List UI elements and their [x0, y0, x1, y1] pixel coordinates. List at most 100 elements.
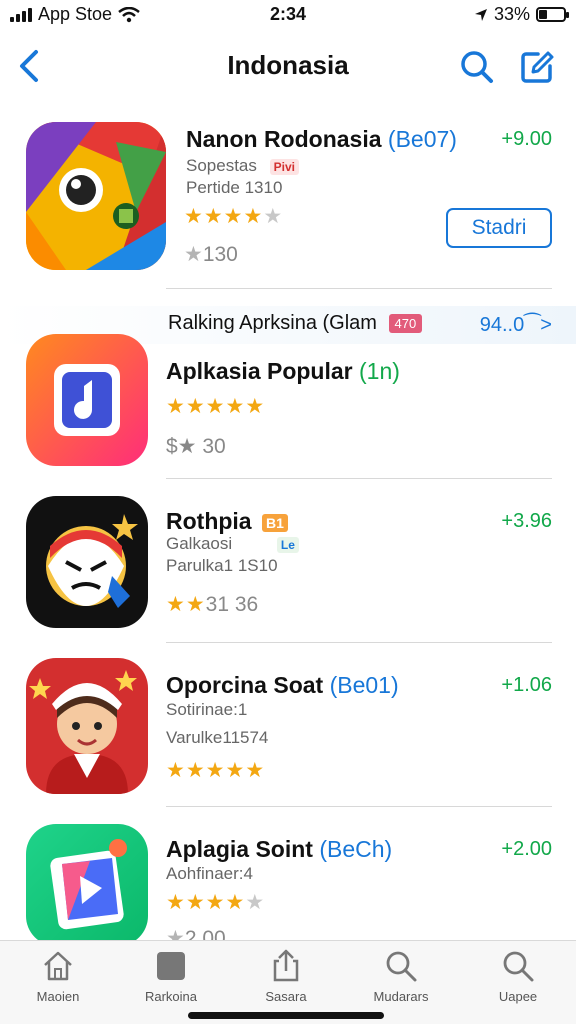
star-icon: ★ [166, 891, 186, 914]
featured-app-name[interactable]: Nanon Rodonasia (Be07) [186, 126, 457, 153]
home-icon [44, 951, 72, 981]
tab-share[interactable]: Sasara [236, 949, 336, 1004]
app-tag: B1 [262, 513, 288, 532]
divider [166, 642, 552, 643]
featured-app-price: +9.00 [501, 128, 552, 150]
app-subtitle-text: Galkaosi [166, 534, 233, 553]
app-meta: Varulke11574 [166, 728, 269, 747]
star-icon: ★ [245, 395, 266, 418]
star-icon: ★ [225, 891, 246, 914]
status-right: 33% [474, 4, 569, 25]
tab-label: Uapee [498, 989, 538, 1004]
status-bar: App Stoe 2:34 33% [0, 0, 576, 30]
battery-fill [539, 10, 547, 19]
featured-rating-count-text: 130 [202, 243, 238, 266]
app-rating-stars: ★★★★★ [166, 890, 265, 915]
tab-label: Sasara [265, 989, 307, 1004]
list-item[interactable]: Oporcina Soat (Be01) +1.06 Sotirinae:1 V… [0, 654, 576, 814]
featured-subtitle-text: Sopestas [186, 156, 257, 175]
tab-search[interactable]: Mudarars [351, 949, 451, 1004]
star-icon: ★ [166, 759, 186, 782]
star-icon: ★ [184, 205, 204, 228]
app-name[interactable]: Aplagia Soint (BeCh) [166, 836, 392, 863]
app-name[interactable]: Rothpia B1 [166, 508, 288, 535]
app-badge: Le [276, 536, 299, 553]
list-item[interactable]: Aplkasia Popular (1n) ★★★★★ $★ 30 [0, 330, 576, 490]
star-icon: ★ [263, 205, 284, 228]
tab-ranking[interactable]: Rarkoina [121, 949, 221, 1004]
star-icon: ★ [225, 759, 246, 782]
featured-app-card[interactable]: Nanon Rodonasia (Be07) +9.00 Sopestas Pi… [0, 110, 576, 280]
star-icon: ★ [184, 243, 203, 266]
search-icon [386, 951, 417, 982]
star-icon: ★ [185, 891, 206, 914]
featured-app-meta: Pertide 1310 [186, 178, 283, 197]
divider [166, 478, 552, 479]
app-rating-count: $★ 30 [166, 435, 226, 458]
app-rating-stars: ★★★★★ [166, 758, 265, 783]
tab-home[interactable]: Maoien [8, 949, 108, 1004]
parrot-icon[interactable] [26, 122, 166, 270]
app-meta: Parulka1 1S10 [166, 556, 278, 575]
share-icon [273, 949, 299, 982]
app-title: Oporcina Soat [166, 672, 324, 698]
star-icon: ★ [205, 759, 226, 782]
app-title: Aplkasia Popular [166, 358, 353, 384]
featured-badge: Pivi [269, 158, 299, 175]
app-price: +3.96 [501, 510, 552, 532]
app-price: +1.06 [501, 674, 552, 696]
app-name[interactable]: Aplkasia Popular (1n) [166, 358, 400, 385]
featured-app-tag: (Be07) [387, 126, 457, 152]
app-rating-stars: ★★★★★ [166, 394, 265, 419]
app-tag: (Be01) [329, 672, 399, 698]
app-rating-count: ★★31 36 [166, 592, 258, 617]
featured-app-subtitle: Sopestas Pivi [186, 156, 299, 176]
star-icon: ★ [245, 891, 266, 914]
star-icon: ★ [245, 759, 266, 782]
game-character-icon[interactable] [26, 496, 148, 628]
search-icon [503, 951, 534, 982]
star-icon: ★ [205, 395, 226, 418]
battery-icon [536, 7, 569, 22]
list-item[interactable]: Rothpia B1 +3.96 Galkaosi Le Parulka1 1S… [0, 490, 576, 650]
app-tag: (BeCh) [319, 836, 393, 862]
app-name[interactable]: Oporcina Soat (Be01) [166, 672, 399, 699]
app-title: Rothpia [166, 508, 252, 534]
square-icon [157, 952, 185, 980]
divider [166, 806, 552, 807]
app-subtitle: Aohfinaer:4 [166, 864, 253, 883]
app-subtitle: Galkaosi Le [166, 534, 299, 554]
location-arrow-icon [474, 8, 487, 21]
home-indicator [188, 1012, 384, 1019]
app-price: +2.00 [501, 838, 552, 860]
featured-app-title: Nanon Rodonasia [186, 126, 382, 152]
star-icon: ★ [185, 759, 206, 782]
star-icon: ★ [225, 395, 246, 418]
app-rating-stars: ★★ [166, 593, 206, 616]
app-subtitle: Sotirinae:1 [166, 700, 248, 719]
tab-updates[interactable]: Uapee [468, 949, 568, 1004]
get-button[interactable]: Stadri [446, 208, 552, 248]
app-rating-count-text: 31 36 [205, 593, 259, 616]
chef-character-icon[interactable] [26, 658, 148, 794]
star-icon: ★ [185, 593, 206, 616]
compose-icon[interactable] [518, 48, 556, 86]
star-icon: ★ [166, 593, 186, 616]
navigation-bar: Indonasia [0, 36, 576, 96]
tab-label: Mudarars [373, 989, 429, 1004]
search-icon[interactable] [458, 48, 496, 86]
star-icon: ★ [223, 205, 244, 228]
star-icon: ★ [205, 891, 226, 914]
featured-rating-stars: ★★★★★ [184, 204, 283, 229]
battery-percent: 33% [493, 4, 530, 24]
star-icon: ★ [166, 395, 186, 418]
featured-rating-count: ★130 [184, 242, 238, 267]
video-play-icon[interactable] [26, 824, 148, 946]
app-title: Aplagia Soint [166, 836, 313, 862]
app-tag: (1n) [359, 358, 400, 384]
divider [166, 288, 552, 289]
star-icon: ★ [185, 395, 206, 418]
star-icon: ★ [243, 205, 264, 228]
music-note-icon[interactable] [26, 334, 148, 466]
tab-label: Maoien [36, 989, 80, 1004]
